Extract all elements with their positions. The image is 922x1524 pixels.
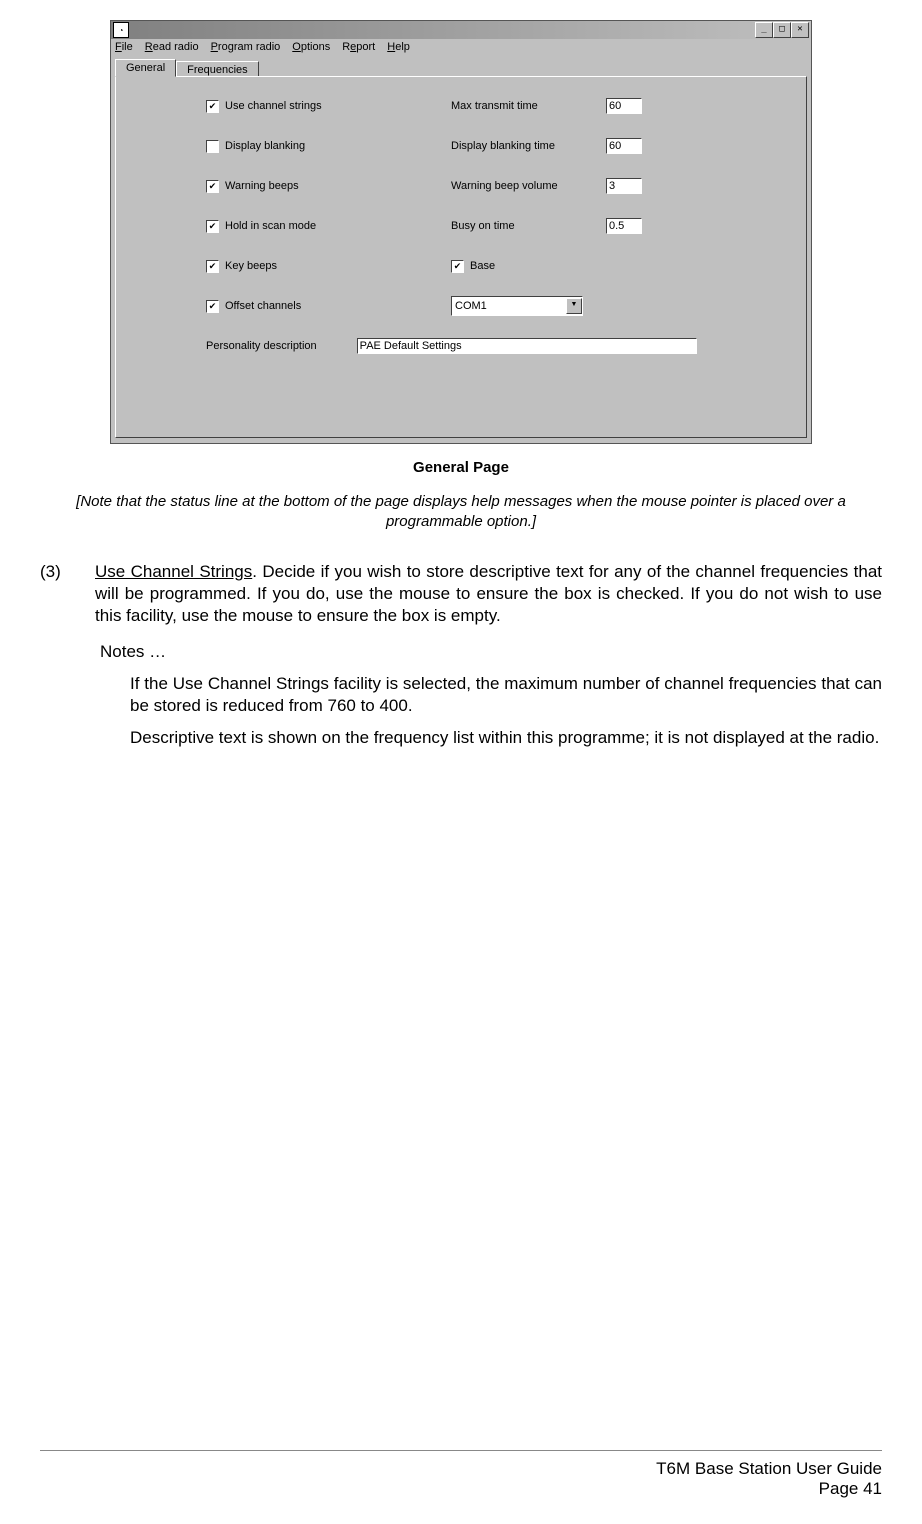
com-port-value: COM1 [452, 300, 566, 312]
com-port-select[interactable]: COM1 ▼ [451, 296, 583, 316]
base-label: Base [470, 260, 495, 272]
personality-label: Personality description [206, 340, 317, 352]
max-transmit-input[interactable] [606, 98, 642, 114]
hold-scan-label: Hold in scan mode [225, 220, 316, 232]
display-blanking-checkbox[interactable] [206, 140, 219, 153]
warning-beep-volume-label: Warning beep volume [451, 180, 606, 192]
menu-report[interactable]: Report [342, 41, 375, 53]
app-icon: ◔ [113, 22, 129, 38]
chevron-down-icon[interactable]: ▼ [566, 298, 582, 314]
busy-on-time-label: Busy on time [451, 220, 606, 232]
close-button[interactable]: ✕ [791, 22, 809, 38]
hold-scan-checkbox[interactable]: ✔ [206, 220, 219, 233]
busy-on-time-input[interactable] [606, 218, 642, 234]
key-beeps-label: Key beeps [225, 260, 277, 272]
note-para-1: If the Use Channel Strings facility is s… [130, 673, 882, 717]
display-blanking-time-input[interactable] [606, 138, 642, 154]
minimize-button[interactable]: _ [755, 22, 773, 38]
item-text: Use Channel Strings. Decide if you wish … [95, 561, 882, 627]
app-window: ◔ _ □ ✕ File Read radio Program radio Op… [110, 20, 812, 444]
menu-read-radio[interactable]: Read radio [145, 41, 199, 53]
item-number: (3) [40, 561, 95, 627]
status-note: [Note that the status line at the bottom… [40, 492, 882, 533]
footer-page: Page 41 [40, 1479, 882, 1499]
warning-beeps-checkbox[interactable]: ✔ [206, 180, 219, 193]
tab-general[interactable]: General [115, 59, 176, 77]
titlebar: ◔ _ □ ✕ [111, 21, 811, 39]
maximize-button[interactable]: □ [773, 22, 791, 38]
max-transmit-label: Max transmit time [451, 100, 606, 112]
use-channel-strings-checkbox[interactable]: ✔ [206, 100, 219, 113]
offset-channels-checkbox[interactable]: ✔ [206, 300, 219, 313]
menu-options[interactable]: Options [292, 41, 330, 53]
general-panel: ✔ Use channel strings Max transmit time … [115, 76, 807, 438]
item-term: Use Channel Strings [95, 562, 252, 581]
note-para-2: Descriptive text is shown on the frequen… [130, 727, 882, 749]
menu-help[interactable]: Help [387, 41, 410, 53]
display-blanking-time-label: Display blanking time [451, 140, 606, 152]
warning-beep-volume-input[interactable] [606, 178, 642, 194]
key-beeps-checkbox[interactable]: ✔ [206, 260, 219, 273]
menubar: File Read radio Program radio Options Re… [111, 39, 811, 55]
figure-caption: General Page [40, 459, 882, 476]
display-blanking-label: Display blanking [225, 140, 305, 152]
base-checkbox[interactable]: ✔ [451, 260, 464, 273]
menu-program-radio[interactable]: Program radio [211, 41, 281, 53]
page-footer: T6M Base Station User Guide Page 41 [40, 1450, 882, 1499]
offset-channels-label: Offset channels [225, 300, 301, 312]
menu-file[interactable]: File [115, 41, 133, 53]
footer-title: T6M Base Station User Guide [40, 1459, 882, 1479]
tab-strip: General Frequencies [111, 55, 811, 77]
personality-input[interactable] [357, 338, 697, 354]
use-channel-strings-label: Use channel strings [225, 100, 322, 112]
warning-beeps-label: Warning beeps [225, 180, 299, 192]
notes-label: Notes … [100, 641, 882, 663]
